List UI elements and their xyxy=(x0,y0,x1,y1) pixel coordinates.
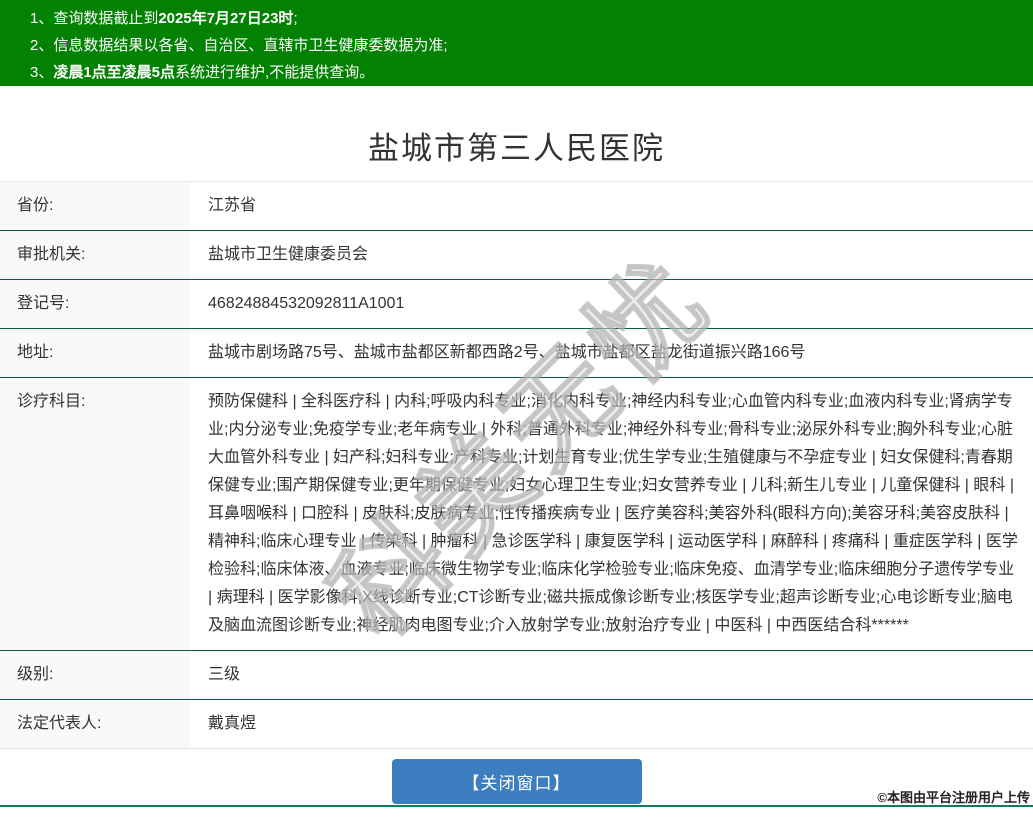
notice-item-1-suffix: ; xyxy=(293,10,297,27)
notice-item-3-text: 3、 xyxy=(30,64,53,81)
row-value-level: 三级 xyxy=(190,651,1033,700)
table-row-medical-subjects: 诊疗科目: 预防保健科 | 全科医疗科 | 内科;呼吸内科专业;消化内科专业;神… xyxy=(0,378,1033,651)
row-value-province: 江苏省 xyxy=(190,182,1033,231)
page-title: 盐城市第三人民医院 xyxy=(0,126,1033,181)
table-row-province: 省份: 江苏省 xyxy=(0,182,1033,231)
table-row-registration-number: 登记号: 46824884532092811A1001 xyxy=(0,280,1033,329)
hospital-info-table: 省份: 江苏省 审批机关: 盐城市卫生健康委员会 登记号: 4682488453… xyxy=(0,181,1033,749)
table-row-legal-representative: 法定代表人: 戴真煜 xyxy=(0,700,1033,749)
row-label-province: 省份: xyxy=(0,182,190,231)
table-row-address: 地址: 盐城市剧场路75号、盐城市盐都区新都西路2号、盐城市盐都区盐龙街道振兴路… xyxy=(0,329,1033,378)
notice-item-1-bold: 2025年7月27日23时 xyxy=(158,10,293,27)
row-label-address: 地址: xyxy=(0,329,190,378)
row-label-registration-number: 登记号: xyxy=(0,280,190,329)
row-label-level: 级别: xyxy=(0,651,190,700)
notice-item-3-suffix: 系统进行维护,不能提供查询。 xyxy=(175,64,374,81)
row-value-approval-authority: 盐城市卫生健康委员会 xyxy=(190,231,1033,280)
footer-actions: 【关闭窗口】 xyxy=(0,759,1033,804)
notice-item-3: 3、凌晨1点至凌晨5点系统进行维护,不能提供查询。 xyxy=(30,59,1013,86)
row-value-address: 盐城市剧场路75号、盐城市盐都区新都西路2号、盐城市盐都区盐龙街道振兴路166号 xyxy=(190,329,1033,378)
row-value-registration-number: 46824884532092811A1001 xyxy=(190,280,1033,329)
notice-item-2-text: 2、信息数据结果以各省、自治区、直辖市卫生健康委数据为准; xyxy=(30,37,448,54)
row-value-medical-subjects: 预防保健科 | 全科医疗科 | 内科;呼吸内科专业;消化内科专业;神经内科专业;… xyxy=(190,378,1033,651)
table-row-approval-authority: 审批机关: 盐城市卫生健康委员会 xyxy=(0,231,1033,280)
row-label-legal-representative: 法定代表人: xyxy=(0,700,190,749)
notice-item-1-text: 1、查询数据截止到 xyxy=(30,10,158,27)
row-value-legal-representative: 戴真煜 xyxy=(190,700,1033,749)
row-label-approval-authority: 审批机关: xyxy=(0,231,190,280)
notice-item-2: 2、信息数据结果以各省、自治区、直辖市卫生健康委数据为准; xyxy=(30,32,1013,59)
table-row-level: 级别: 三级 xyxy=(0,651,1033,700)
close-window-button[interactable]: 【关闭窗口】 xyxy=(392,759,642,804)
row-label-medical-subjects: 诊疗科目: xyxy=(0,378,190,651)
notice-bar: 1、查询数据截止到2025年7月27日23时; 2、信息数据结果以各省、自治区、… xyxy=(0,0,1033,86)
notice-item-3-bold: 凌晨1点至凌晨5点 xyxy=(53,64,175,81)
notice-item-1: 1、查询数据截止到2025年7月27日23时; xyxy=(30,5,1013,32)
